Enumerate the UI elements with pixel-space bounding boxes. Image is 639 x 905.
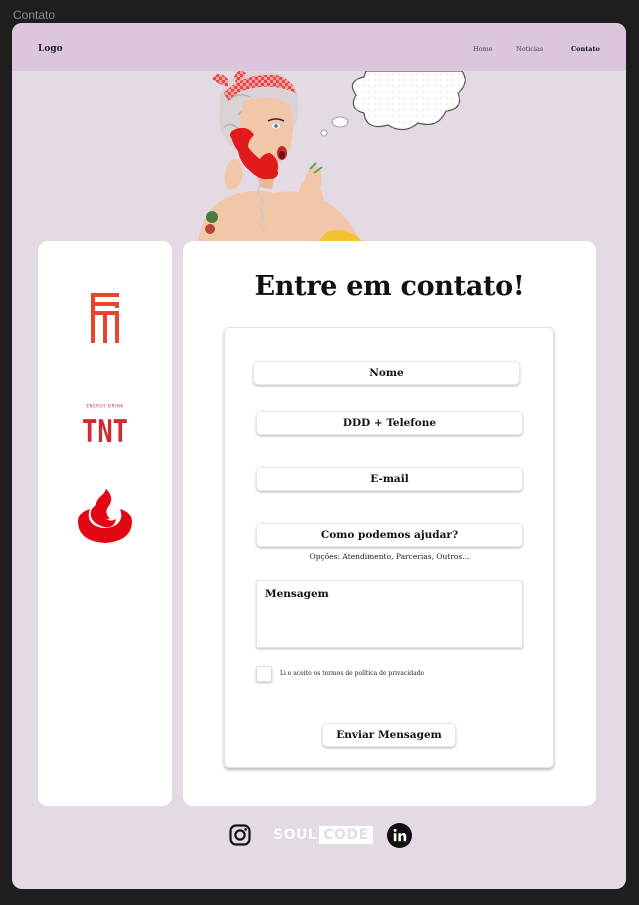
send-message-button[interactable]: Enviar Mensagem bbox=[322, 723, 456, 747]
terms-label: Li e aceito os termos de política de pri… bbox=[280, 670, 425, 677]
message-textarea[interactable]: Mensagem bbox=[256, 580, 523, 648]
page-title: Entre em contato! bbox=[254, 271, 525, 302]
santander-logo bbox=[38, 489, 172, 545]
instagram-icon[interactable] bbox=[229, 824, 251, 846]
partners-card: ENERGY DRINK TNT bbox=[38, 241, 172, 806]
soulcode-logo-left: SOUL bbox=[273, 827, 318, 843]
soulcode-logo-right: CODE bbox=[319, 826, 373, 844]
soulcode-logo[interactable]: SOUL CODE bbox=[273, 825, 373, 845]
nav-link-noticias[interactable]: Noticias bbox=[516, 45, 543, 53]
help-topic-input[interactable]: Como podemos ajudar? bbox=[256, 523, 523, 547]
name-input[interactable]: Nome bbox=[253, 361, 520, 385]
tnt-caption: ENERGY DRINK bbox=[86, 404, 123, 409]
linkedin-icon[interactable] bbox=[387, 823, 412, 848]
navbar: Logo Home Noticias Contato bbox=[12, 23, 626, 71]
frame-label: Contato bbox=[13, 8, 56, 22]
help-topic-hint: Opções: Atendimento, Parcerias, Outros..… bbox=[309, 552, 470, 561]
contact-page: Logo Home Noticias Contato ENERGY DRINK … bbox=[12, 23, 626, 889]
thought-bubble bbox=[320, 71, 466, 137]
contact-form: Nome DDD + Telefone E-mail Como podemos … bbox=[224, 327, 554, 768]
contact-card: Entre em contato! Nome DDD + Telefone E-… bbox=[183, 241, 596, 806]
hero-illustration bbox=[198, 71, 466, 241]
fm-logo bbox=[38, 293, 172, 343]
nav-logo[interactable]: Logo bbox=[38, 44, 63, 54]
tnt-wordmark: TNT bbox=[82, 414, 128, 445]
tnt-logo: ENERGY DRINK TNT bbox=[38, 403, 172, 446]
nav-link-home[interactable]: Home bbox=[473, 45, 493, 53]
email-input[interactable]: E-mail bbox=[256, 467, 523, 491]
phone-input[interactable]: DDD + Telefone bbox=[256, 411, 523, 435]
nav-link-contato[interactable]: Contato bbox=[571, 45, 600, 53]
terms-checkbox[interactable] bbox=[256, 666, 272, 682]
